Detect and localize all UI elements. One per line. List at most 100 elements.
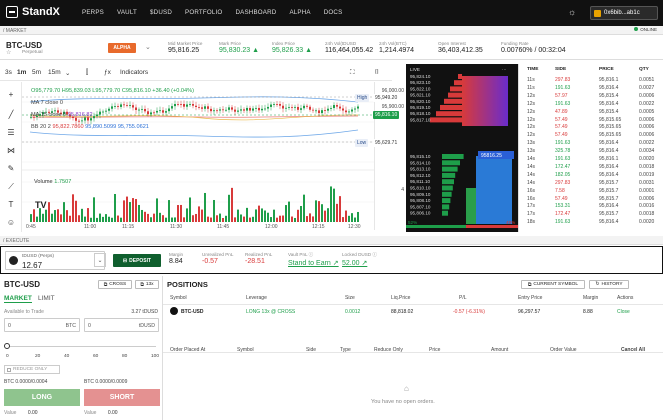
nav-link-portfolio[interactable]: PORTFOLIO	[185, 9, 222, 16]
volume-bar	[261, 208, 263, 222]
symbol-name[interactable]: BTC-USD	[6, 41, 42, 50]
fib-icon[interactable]: ⋈	[6, 146, 16, 156]
theme-toggle-sun-icon[interactable]: ☼	[568, 8, 577, 17]
nav-link-perps[interactable]: PERPS	[82, 9, 104, 16]
ask-price[interactable]: 95,821.10	[410, 93, 431, 98]
btc-size-input[interactable]: 0 BTC	[4, 318, 80, 332]
nav-link-vault[interactable]: VAULT	[117, 9, 137, 16]
brand-logo[interactable]: StandX	[6, 6, 60, 18]
volume-bar	[267, 212, 269, 222]
candle-type-icon[interactable]: ⫿	[86, 69, 88, 77]
candle	[234, 109, 236, 112]
nav-links: PERPS VAULT $DUSD PORTFOLIO DASHBOARD ALPHA DO…	[82, 9, 355, 16]
current-symbol-filter[interactable]: ⧉ CURRENT SYMBOL	[521, 280, 585, 289]
account-stat[interactable]: Vault PnL ⓘ Stand to Earn ↗	[288, 252, 339, 267]
trendline-icon[interactable]: ╱	[6, 110, 16, 120]
emoji-icon[interactable]: ☺	[6, 218, 16, 228]
favorite-star-icon[interactable]: ☆	[6, 49, 11, 56]
pattern-icon[interactable]: ⟋	[6, 182, 16, 192]
execute-bar: tDUSD (Perps) 12.67 ⌄ ⊟ DEPOSIT Margin 8.8…	[0, 246, 663, 274]
screenshot-camera-icon[interactable]: ⌷	[375, 69, 379, 77]
margin-mode-cross-button[interactable]: ⧉ CROSS	[98, 280, 132, 289]
bid-bar	[442, 204, 450, 210]
bid-price[interactable]: 95,815.10	[410, 154, 431, 159]
bid-price[interactable]: 95,807.10	[410, 204, 431, 209]
account-stat[interactable]: Locked DUSD ⓘ 52.00 ↗	[342, 252, 377, 267]
account-selector[interactable]: tDUSD (Perps) 12.67	[5, 251, 105, 270]
size-slider-track[interactable]	[6, 346, 156, 347]
crosshair-icon[interactable]: +	[6, 90, 16, 100]
candle	[288, 107, 290, 108]
market-section-label: / MARKET ONLINE	[0, 26, 663, 35]
account-stat: Realized PnL -28.51	[245, 252, 273, 265]
slider-tick: 60	[93, 354, 99, 359]
size-slider-handle[interactable]	[4, 343, 10, 349]
volume-bar	[39, 208, 41, 222]
nav-link-alpha[interactable]: ALPHA	[289, 9, 310, 16]
candle	[300, 108, 302, 110]
ask-price[interactable]: 95,823.10	[410, 80, 431, 85]
orderbook-menu-icon[interactable]: ⋯	[502, 67, 507, 73]
ask-price[interactable]: 95,819.10	[410, 105, 431, 110]
bid-price[interactable]: 95,811.10	[410, 179, 431, 184]
ask-bar	[454, 80, 462, 86]
bid-price[interactable]: 95,808.10	[410, 198, 431, 203]
wallet-button[interactable]: 0x6bib...ab1c	[590, 6, 658, 20]
short-button[interactable]: SHORT	[84, 389, 160, 406]
bid-price[interactable]: 95,809.10	[410, 192, 431, 197]
indicators-icon[interactable]: ƒx	[104, 69, 111, 76]
ask-price[interactable]: 95,822.10	[410, 86, 431, 91]
brush-icon[interactable]: ✎	[6, 164, 16, 174]
interval-3s[interactable]: 3s	[5, 69, 12, 76]
symbol-dropdown-chevron-icon[interactable]: ⌄	[145, 43, 151, 51]
volume-bar	[177, 205, 179, 222]
slider-tick: 80	[122, 354, 128, 359]
bid-price[interactable]: 95,810.10	[410, 186, 431, 191]
fullscreen-icon[interactable]: ⛶	[350, 69, 355, 77]
volume-bar	[285, 205, 287, 222]
tab-limit[interactable]: LIMIT	[38, 295, 55, 302]
long-button[interactable]: LONG	[4, 389, 80, 406]
nav-link-dusd[interactable]: $DUSD	[150, 9, 172, 16]
long-value: Value 0.00	[4, 410, 38, 416]
volume-legend: Volume 1.7507	[34, 179, 72, 185]
bid-price[interactable]: 95,812.10	[410, 173, 431, 178]
history-button[interactable]: ↻ HISTORY	[589, 280, 629, 289]
text-tool-icon[interactable]: T	[6, 200, 16, 210]
ticker-bar: BTC-USD ☆ Perpetual ALPHA ⌄ Mid Market P…	[0, 36, 663, 60]
bid-price[interactable]: 95,806.10	[410, 211, 431, 216]
interval-1m[interactable]: 1m	[17, 69, 26, 76]
price-chart[interactable]: 0:45 11:00 11:15 11:30 11:45 12:00 12:15 12:30 …	[22, 82, 374, 230]
leverage-button[interactable]: ⧉ 13x	[135, 280, 159, 289]
checkbox-icon	[7, 367, 11, 372]
ask-price[interactable]: 95,817.10	[410, 117, 431, 122]
horizontal-line-icon[interactable]: ☰	[6, 128, 16, 138]
reduce-only-checkbox[interactable]: REDUCE ONLY	[4, 365, 60, 374]
interval-5m[interactable]: 5m	[32, 69, 41, 76]
position-action[interactable]: Close	[617, 309, 630, 315]
candle	[141, 108, 143, 110]
volume-bar	[216, 215, 218, 222]
indicators-button[interactable]: Indicators	[120, 69, 148, 76]
bid-depth-area	[466, 188, 476, 224]
tab-market[interactable]: MARKET	[4, 295, 32, 303]
market-stat: Index Price 95,826.33 ▲	[272, 41, 313, 54]
interval-15m[interactable]: 15m	[48, 69, 61, 76]
ask-price[interactable]: 95,818.10	[410, 111, 431, 116]
deposit-button[interactable]: ⊟ DEPOSIT	[113, 254, 161, 267]
interval-dropdown-chevron-icon[interactable]: ⌄	[65, 69, 70, 77]
bid-price[interactable]: 95,814.10	[410, 160, 431, 165]
candle	[222, 109, 224, 111]
bid-price[interactable]: 95,813.10	[410, 167, 431, 172]
nav-link-dashboard[interactable]: DASHBOARD	[235, 9, 276, 16]
ask-price[interactable]: 95,824.10	[410, 74, 431, 79]
volume-bar	[276, 217, 278, 222]
ask-price[interactable]: 95,820.10	[410, 99, 431, 104]
candle	[120, 104, 122, 107]
nav-link-docs[interactable]: DOCS	[324, 9, 343, 16]
usd-size-input[interactable]: 0 tDUSD	[84, 318, 159, 332]
symbol-subtitle: Perpetual	[22, 50, 43, 55]
account-dropdown-chevron-icon[interactable]: ⌄	[94, 253, 106, 267]
bid-ratio: 52%	[408, 220, 417, 225]
volume-bar	[156, 198, 158, 222]
